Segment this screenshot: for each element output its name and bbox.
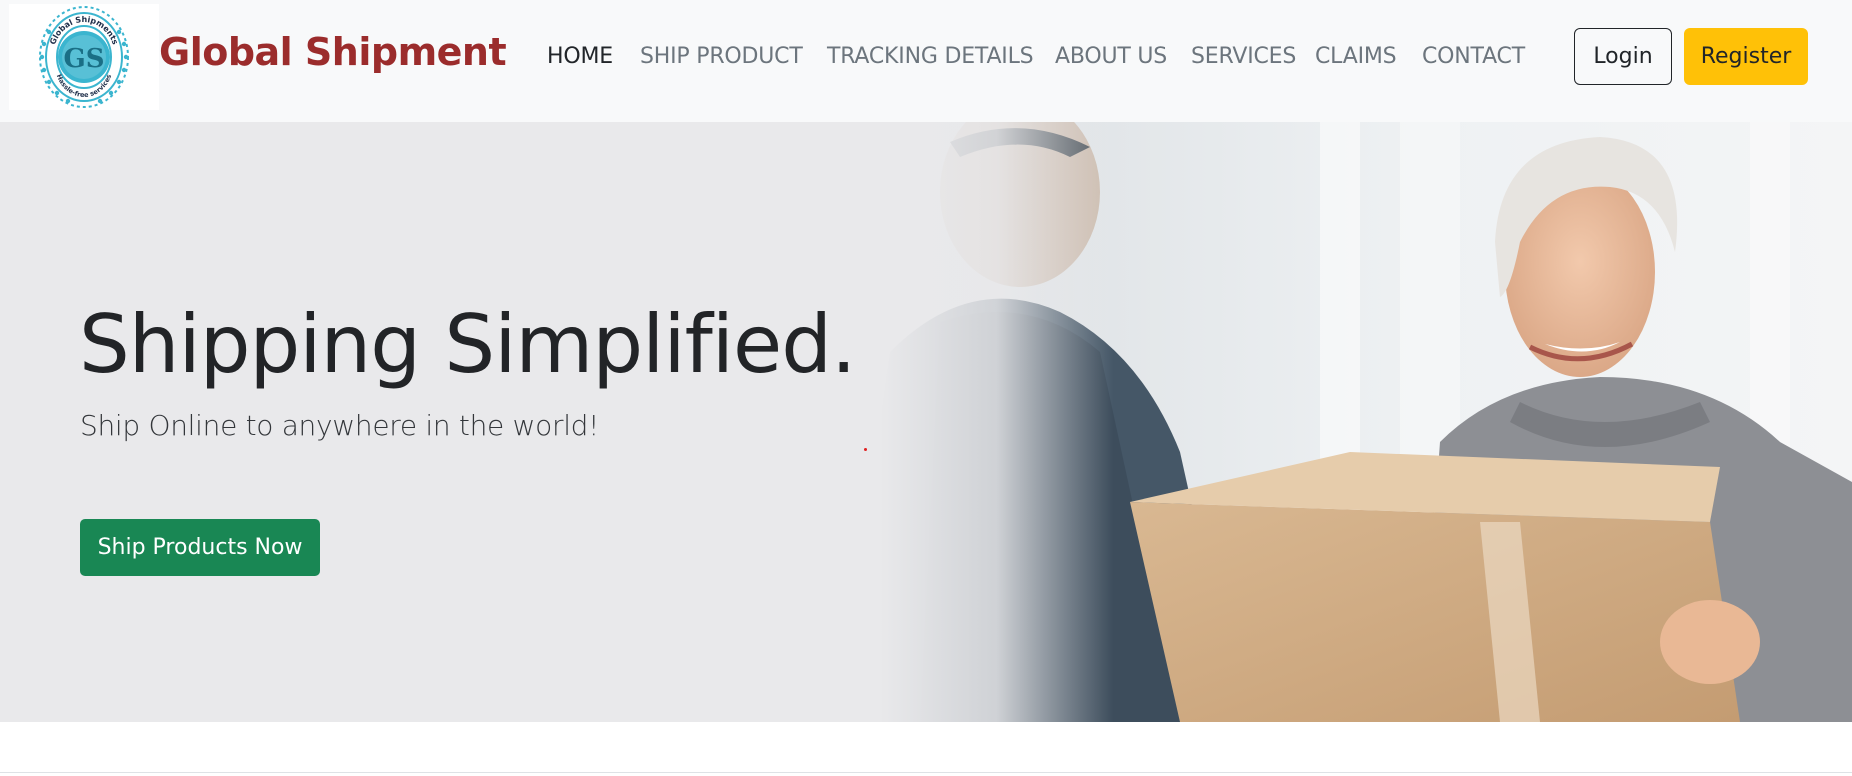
ship-products-now-button[interactable]: Ship Products Now bbox=[80, 519, 320, 576]
navbar: GS Global Shipments Hassle-free services… bbox=[0, 0, 1852, 122]
brand-name[interactable]: Global Shipment bbox=[159, 30, 507, 74]
nav-item-ship-product[interactable]: SHIP PRODUCT bbox=[640, 44, 803, 69]
logo-monogram: GS bbox=[64, 44, 105, 74]
hero-delivery-image bbox=[880, 122, 1852, 722]
nav-item-claims[interactable]: CLAIMS bbox=[1315, 44, 1397, 69]
nav-item-services[interactable]: SERVICES bbox=[1191, 44, 1296, 69]
decorative-dot bbox=[864, 448, 867, 451]
nav-item-tracking-details[interactable]: TRACKING DETAILS bbox=[827, 44, 1034, 69]
logo-emblem-icon: GS Global Shipments Hassle-free services bbox=[39, 6, 129, 108]
login-button[interactable]: Login bbox=[1574, 28, 1672, 85]
nav-item-about-us[interactable]: ABOUT US bbox=[1055, 44, 1167, 69]
register-button[interactable]: Register bbox=[1684, 28, 1808, 85]
hero-banner: Shipping Simplified. Ship Online to anyw… bbox=[0, 122, 1852, 722]
nav-item-home[interactable]: HOME bbox=[547, 44, 613, 69]
nav-item-contact[interactable]: CONTACT bbox=[1422, 44, 1525, 69]
hero-title: Shipping Simplified. bbox=[79, 298, 856, 391]
brand-logo[interactable]: GS Global Shipments Hassle-free services bbox=[9, 4, 159, 110]
hero-subtitle: Ship Online to anywhere in the world! bbox=[80, 409, 600, 442]
section-divider bbox=[0, 772, 1852, 773]
